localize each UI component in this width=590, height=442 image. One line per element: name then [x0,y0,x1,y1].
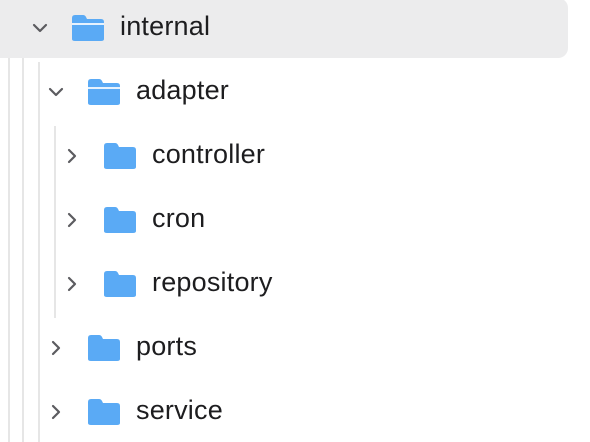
tree-item-label: service [136,395,223,425]
file-tree: internal adapter controller cron reposit… [0,0,590,442]
folder-icon [103,206,137,234]
folder-open-icon [87,78,121,106]
tree-item-label: cron [152,203,206,233]
tree-item-label: controller [152,139,266,169]
chevron-down-icon[interactable] [30,18,50,38]
chevron-down-icon[interactable] [46,82,66,102]
tree-item-adapter[interactable]: adapter [0,62,568,122]
chevron-right-icon[interactable] [62,210,82,230]
tree-item-label: ports [136,331,198,361]
tree-item-label: internal [120,11,211,41]
folder-icon [87,398,121,426]
tree-item-repository[interactable]: repository [0,254,568,314]
chevron-right-icon[interactable] [62,274,82,294]
tree-item-ports[interactable]: ports [0,318,568,378]
chevron-right-icon[interactable] [46,338,66,358]
folder-icon [87,334,121,362]
chevron-right-icon[interactable] [62,146,82,166]
chevron-right-icon[interactable] [46,402,66,422]
tree-item-service[interactable]: service [0,382,568,442]
tree-item-label: repository [152,267,273,297]
folder-icon [103,142,137,170]
folder-open-icon [71,14,105,42]
tree-item-cron[interactable]: cron [0,190,568,250]
tree-item-internal[interactable]: internal [0,0,568,58]
tree-item-controller[interactable]: controller [0,126,568,186]
tree-item-label: adapter [136,75,229,105]
folder-icon [103,270,137,298]
